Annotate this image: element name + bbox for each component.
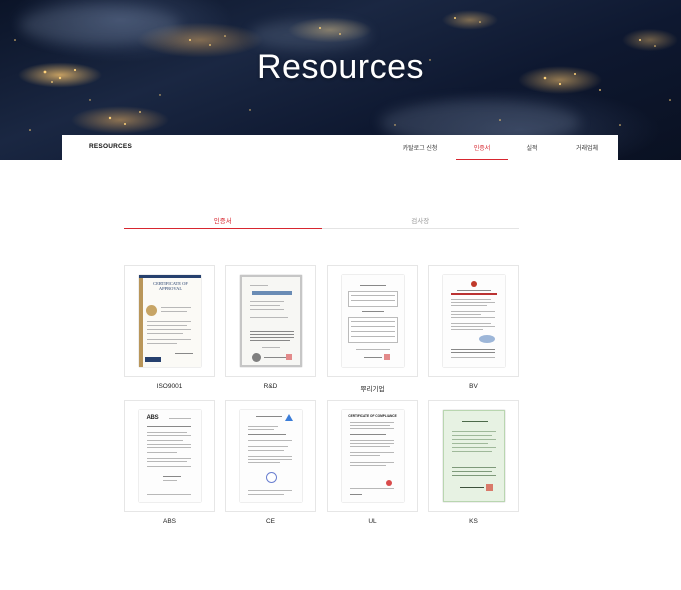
certificate-label: ISO9001 xyxy=(156,383,183,390)
content-tabs: 인증서 검사장 xyxy=(124,212,519,229)
certificate-document xyxy=(442,275,505,367)
certificate-label: UL xyxy=(368,518,377,525)
certificate-card-ce[interactable]: CE xyxy=(225,400,316,525)
certificate-card-root-industry[interactable]: 뿌리기업 xyxy=(327,265,418,393)
certificate-card-ul[interactable]: CERTIFICATE OF COMPLIANCE UL xyxy=(327,400,418,525)
certificate-document xyxy=(442,410,505,502)
triangle-mark-icon xyxy=(284,414,293,421)
certificate-thumbnail[interactable]: CERTIFICATE OF COMPLIANCE xyxy=(327,400,418,512)
certificate-label: KS xyxy=(469,518,478,525)
certificate-card-abs[interactable]: ABS ABS xyxy=(124,400,215,525)
certificate-card-iso9001[interactable]: CERTIFICATE OF APPROVAL ISO9001 xyxy=(124,265,215,390)
certificate-thumbnail[interactable]: ABS xyxy=(124,400,215,512)
certificate-doc-title: CERTIFICATE OF APPROVAL xyxy=(153,281,188,291)
certificate-doc-title: ABS xyxy=(146,415,159,421)
certificate-thumbnail[interactable] xyxy=(428,400,519,512)
certificate-thumbnail[interactable] xyxy=(225,400,316,512)
certificate-document xyxy=(341,275,404,367)
certificate-card-bv[interactable]: BV xyxy=(428,265,519,390)
certificate-thumbnail[interactable] xyxy=(225,265,316,377)
certificate-label: ABS xyxy=(162,518,176,525)
certificate-document: CERTIFICATE OF APPROVAL xyxy=(138,275,201,367)
tab-certificates[interactable]: 인증서 xyxy=(124,212,322,229)
certificate-document xyxy=(239,410,302,502)
sub-navigation: RESOURCES 카탈로그 신청 인증서 실적 거래업체 xyxy=(62,135,618,160)
certificate-document: CERTIFICATE OF COMPLIANCE xyxy=(341,410,404,502)
certificate-label: R&D xyxy=(263,383,278,390)
menu-item-performance[interactable]: 실적 xyxy=(508,135,556,160)
certificate-doc-title: CERTIFICATE OF COMPLIANCE xyxy=(348,414,397,418)
certificate-document xyxy=(239,275,302,367)
certificate-document: ABS xyxy=(138,410,201,502)
certificate-card-rnd[interactable]: R&D xyxy=(225,265,316,390)
section-label: RESOURCES xyxy=(89,143,132,150)
certificate-thumbnail[interactable] xyxy=(327,265,418,377)
menu-item-certificates[interactable]: 인증서 xyxy=(456,135,508,160)
certificate-thumbnail[interactable]: CERTIFICATE OF APPROVAL xyxy=(124,265,215,377)
certificate-thumbnail[interactable] xyxy=(428,265,519,377)
certificate-card-ks[interactable]: KS xyxy=(428,400,519,525)
menu-item-partners[interactable]: 거래업체 xyxy=(556,135,618,160)
tab-inspection[interactable]: 검사장 xyxy=(321,212,519,229)
sub-menu: 카탈로그 신청 인증서 실적 거래업체 xyxy=(384,135,618,160)
menu-item-catalog[interactable]: 카탈로그 신청 xyxy=(384,135,456,160)
certificate-label: CE xyxy=(265,518,276,525)
certificate-label: BV xyxy=(469,383,478,390)
page-title: Resources xyxy=(256,48,424,86)
certificate-label: 뿌리기업 xyxy=(360,386,385,393)
